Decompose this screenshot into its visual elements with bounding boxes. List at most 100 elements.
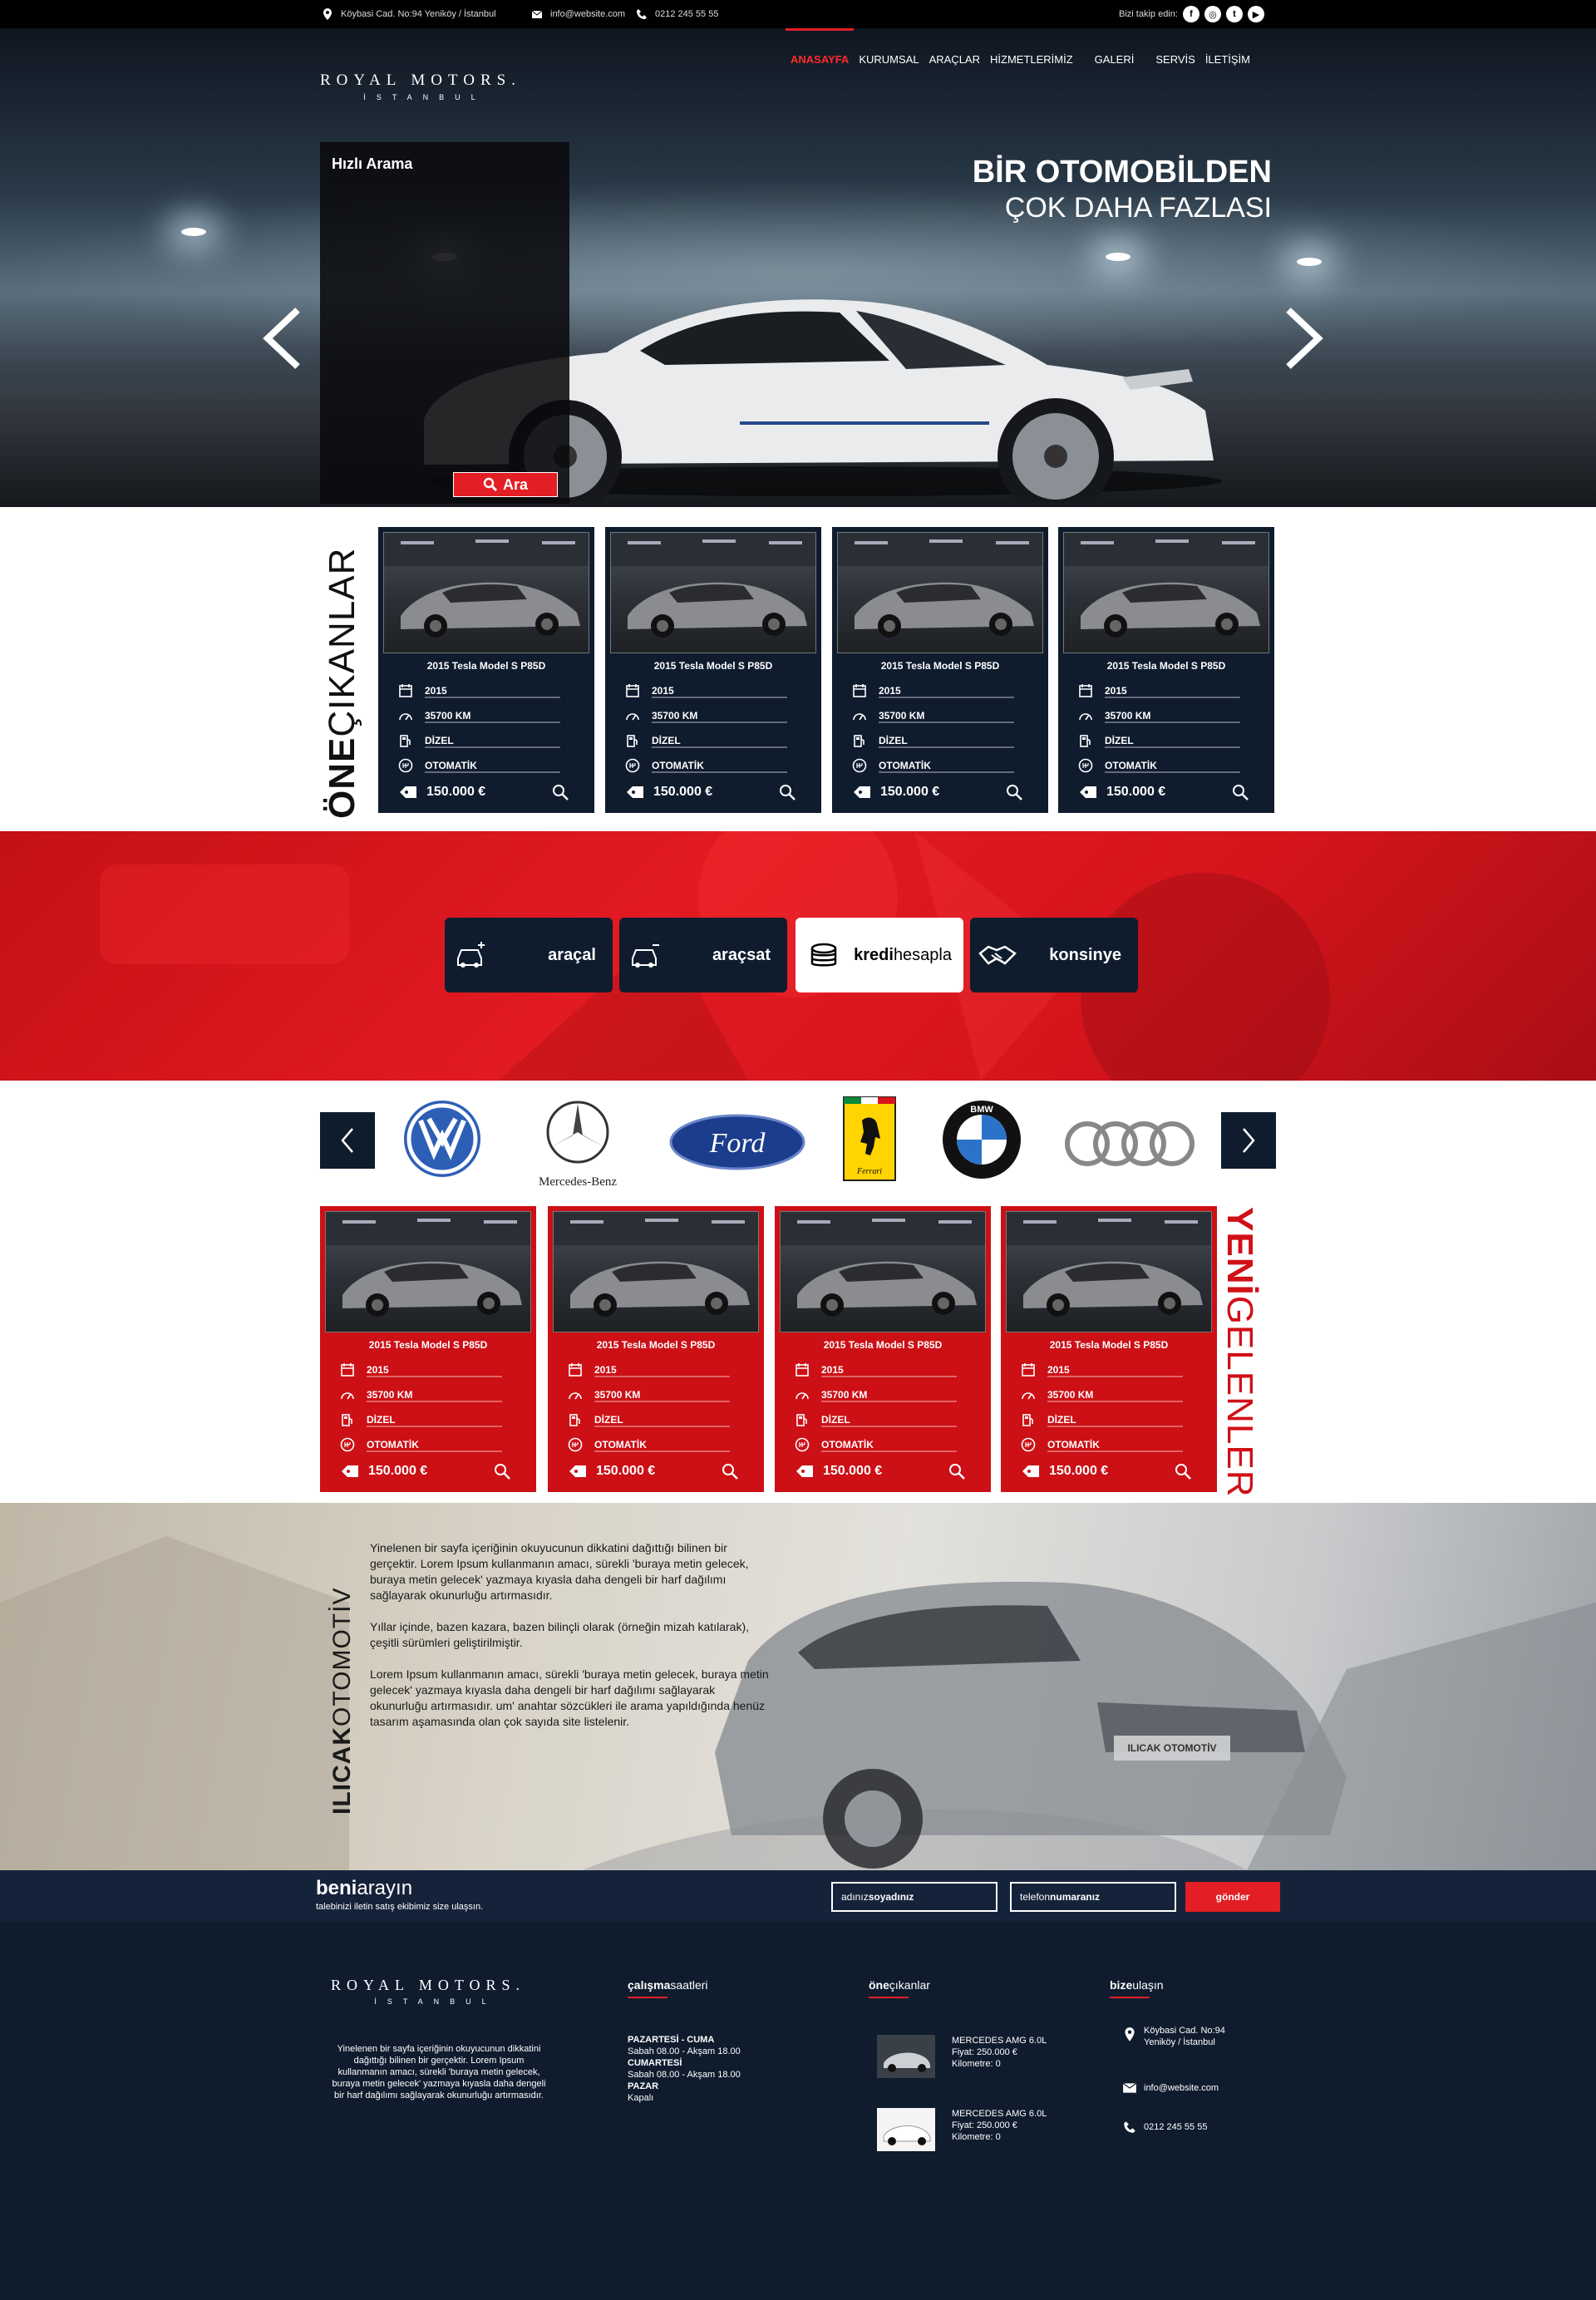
row-divider xyxy=(594,1376,730,1377)
row-divider xyxy=(652,697,787,698)
ferrari-logo[interactable]: Ferrari xyxy=(842,1096,897,1182)
topbar-email[interactable]: info@website.com xyxy=(530,0,625,28)
footer-phone-text[interactable]: 0212 245 55 55 xyxy=(1144,2121,1277,2133)
car-title[interactable]: 2015 Tesla Model S P85D xyxy=(1002,1339,1215,1351)
car-detail-search-icon[interactable] xyxy=(1174,1462,1192,1480)
car-detail-search-icon[interactable] xyxy=(778,783,796,801)
bmw-logo-text: BMW xyxy=(970,1105,993,1115)
sell-car-button[interactable]: araçsat xyxy=(619,918,787,992)
nav-item-services[interactable]: HİZMETLERİMİZ xyxy=(985,28,1078,88)
car-image[interactable] xyxy=(383,532,589,653)
brand-next-button[interactable] xyxy=(1221,1112,1276,1169)
footer-email-text[interactable]: info@website.com xyxy=(1144,2082,1277,2094)
calendar-icon xyxy=(1079,684,1092,697)
car-title[interactable]: 2015 Tesla Model S P85D xyxy=(380,660,593,672)
buy-car-button[interactable]: araçal xyxy=(445,918,613,992)
row-divider xyxy=(425,722,560,723)
credit-calc-button[interactable]: kredihesapla xyxy=(796,918,963,992)
car-year-row: 2015 xyxy=(398,682,560,700)
footer-logo-city: İSTANBUL xyxy=(374,1997,497,2006)
car-detail-search-icon[interactable] xyxy=(551,783,569,801)
car-title[interactable]: 2015 Tesla Model S P85D xyxy=(776,1339,989,1351)
send-button[interactable]: gönder xyxy=(1185,1882,1280,1912)
speedometer-icon xyxy=(569,1392,582,1400)
car-fuel-row: DİZEL xyxy=(1021,1411,1183,1429)
buy-car-label: araçal xyxy=(548,945,596,964)
new-arrival-car-card[interactable]: 2015 Tesla Model S P85D 2015 35700 KM Dİ… xyxy=(548,1206,764,1492)
slider-next-arrow[interactable] xyxy=(1280,305,1327,372)
car-image[interactable] xyxy=(610,532,816,653)
car-detail-search-icon[interactable] xyxy=(721,1462,739,1480)
actions-band: araçal araçsat kredihesapla konsinye xyxy=(0,831,1596,1081)
calendar-icon xyxy=(853,684,866,697)
car-fuel: DİZEL xyxy=(425,735,454,746)
nav-item-vehicles[interactable]: ARAÇLAR xyxy=(924,28,985,88)
car-image[interactable] xyxy=(837,532,1043,653)
audi-logo[interactable] xyxy=(1062,1119,1197,1169)
car-year: 2015 xyxy=(821,1364,844,1376)
car-title[interactable]: 2015 Tesla Model S P85D xyxy=(1060,660,1273,672)
car-title[interactable]: 2015 Tesla Model S P85D xyxy=(834,660,1047,672)
car-fuel-row: DİZEL xyxy=(568,1411,730,1429)
featured-car-card[interactable]: 2015 Tesla Model S P85D 2015 35700 KM Dİ… xyxy=(378,527,594,813)
email-text[interactable]: info@website.com xyxy=(550,9,625,19)
name-input[interactable]: adınız soyadınız xyxy=(831,1882,998,1912)
nav-item-service[interactable]: SERVİS xyxy=(1150,28,1199,88)
phone-input[interactable]: telefon numaranız xyxy=(1010,1882,1176,1912)
volkswagen-logo[interactable] xyxy=(402,1099,482,1179)
brand-prev-button[interactable] xyxy=(320,1112,375,1169)
bmw-logo[interactable]: BMW xyxy=(941,1099,1022,1180)
search-button[interactable]: Ara xyxy=(453,472,558,497)
car-title[interactable]: 2015 Tesla Model S P85D xyxy=(549,1339,762,1351)
nav-item-home[interactable]: ANASAYFA xyxy=(786,28,855,88)
car-image[interactable] xyxy=(1006,1211,1212,1332)
ford-logo[interactable]: Ford xyxy=(669,1114,805,1170)
new-arrival-car-card[interactable]: 2015 Tesla Model S P85D 2015 35700 KM Dİ… xyxy=(320,1206,536,1492)
featured-car-card[interactable]: 2015 Tesla Model S P85D 2015 35700 KM Dİ… xyxy=(832,527,1048,813)
speedometer-icon xyxy=(1079,713,1092,721)
footer-item-km: Kilometre: 0 xyxy=(952,2059,1001,2069)
car-km: 35700 KM xyxy=(821,1389,868,1401)
row-divider xyxy=(1047,1426,1183,1427)
consignment-button[interactable]: konsinye xyxy=(970,918,1138,992)
car-title[interactable]: 2015 Tesla Model S P85D xyxy=(607,660,820,672)
featured-car-card[interactable]: 2015 Tesla Model S P85D 2015 35700 KM Dİ… xyxy=(605,527,821,813)
mercedes-logo[interactable]: Mercedes-Benz xyxy=(528,1099,628,1192)
car-detail-search-icon[interactable] xyxy=(493,1462,511,1480)
youtube-icon[interactable]: ▶ xyxy=(1247,6,1264,22)
instagram-icon[interactable]: ◎ xyxy=(1204,6,1221,22)
twitter-icon[interactable]: t xyxy=(1225,6,1243,22)
phone-text[interactable]: 0212 245 55 55 xyxy=(655,9,718,19)
about-section: ILICAK OTOMOTİV ILICAKOTOMOTİV Yinelenen… xyxy=(0,1503,1596,1870)
footer-logo[interactable]: ROYAL MOTORS. İSTANBUL xyxy=(331,1977,555,2006)
new-arrivals-section-title: YENİGELENLER xyxy=(1219,1207,1260,1497)
car-image[interactable] xyxy=(780,1211,986,1332)
topbar-phone[interactable]: 0212 245 55 55 xyxy=(635,0,718,28)
quick-search-panel: Hızlı Arama Ara xyxy=(320,142,569,504)
car-image[interactable] xyxy=(325,1211,531,1332)
car-detail-search-icon[interactable] xyxy=(1231,783,1249,801)
nav-item-contact[interactable]: İLETİŞİM xyxy=(1200,28,1255,88)
fuel-pump-icon xyxy=(1080,735,1091,747)
car-image[interactable] xyxy=(1063,532,1269,653)
slider-prev-arrow[interactable] xyxy=(259,305,306,372)
car-image[interactable] xyxy=(553,1211,759,1332)
nav-item-gallery[interactable]: GALERİ xyxy=(1090,28,1140,88)
facebook-icon[interactable]: f xyxy=(1182,6,1199,22)
footer-car-thumbnail xyxy=(877,2108,935,2151)
row-divider xyxy=(367,1450,502,1452)
site-logo[interactable]: ROYAL MOTORS. İSTANBUL xyxy=(320,71,544,101)
phone-icon xyxy=(1124,2121,1135,2133)
car-title[interactable]: 2015 Tesla Model S P85D xyxy=(322,1339,534,1351)
row-divider xyxy=(652,771,787,773)
new-arrival-car-card[interactable]: 2015 Tesla Model S P85D 2015 35700 KM Dİ… xyxy=(775,1206,991,1492)
car-year-row: 2015 xyxy=(1021,1361,1183,1379)
footer-item-name: MERCEDES AMG 6.0L xyxy=(952,2036,1047,2046)
follow-label: Bizi takip edin: xyxy=(1119,9,1178,19)
featured-car-card[interactable]: 2015 Tesla Model S P85D 2015 35700 KM Dİ… xyxy=(1058,527,1274,813)
car-detail-search-icon[interactable] xyxy=(1005,783,1023,801)
nav-item-corporate[interactable]: KURUMSAL xyxy=(854,28,924,88)
new-arrival-car-card[interactable]: 2015 Tesla Model S P85D 2015 35700 KM Dİ… xyxy=(1001,1206,1217,1492)
car-year-row: 2015 xyxy=(795,1361,957,1379)
car-detail-search-icon[interactable] xyxy=(948,1462,966,1480)
